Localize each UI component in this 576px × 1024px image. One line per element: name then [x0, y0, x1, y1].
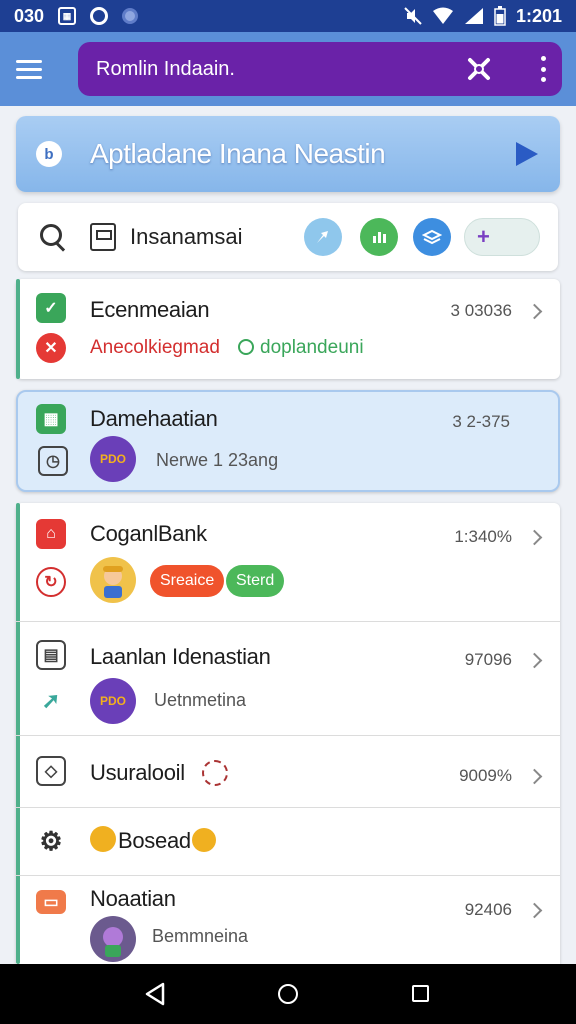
item-title: Ecenmeaian: [90, 297, 210, 322]
chevron-right-icon[interactable]: [526, 768, 543, 785]
list-item[interactable]: ◇ Usuralooil 9009%: [16, 736, 560, 806]
search-icon[interactable]: [38, 222, 68, 252]
item-value: 1:340%: [454, 527, 512, 546]
recents-icon[interactable]: [412, 985, 429, 1002]
status-time: 1:201: [515, 5, 562, 26]
list-item[interactable]: ⚙ Bosead: [16, 808, 560, 874]
chevron-right-icon[interactable]: [526, 529, 543, 546]
close-icon[interactable]: [466, 56, 492, 82]
item-title: Noaatian: [90, 886, 176, 911]
item-title: Damehaatian: [90, 406, 218, 431]
search-label: Insanamsai: [130, 224, 243, 249]
chevron-right-icon[interactable]: [526, 652, 543, 669]
chevron-right-icon[interactable]: [526, 303, 543, 320]
app-title-bar: Romlin Indaain.: [78, 42, 562, 96]
alert-icon: ✕: [36, 333, 66, 363]
character-avatar: [90, 916, 136, 962]
pin-icon[interactable]: [304, 218, 342, 256]
item-title: Laanlan Idenastian: [90, 644, 271, 669]
list-group: ⌂ CoganlBank 1:340% ↻ Sreaice Sterd ▤ La…: [16, 503, 560, 964]
send-icon: ➚: [41, 688, 61, 713]
chart-icon[interactable]: [360, 218, 398, 256]
clipboard-icon: ▤: [36, 640, 66, 670]
mute-icon: [404, 7, 422, 25]
item-subtitle: Uetnmetina: [154, 690, 247, 710]
home-icon[interactable]: [278, 984, 298, 1004]
avatar: PDO: [90, 678, 136, 724]
gear-icon: ⚙: [39, 825, 63, 856]
app-notification-icon: [122, 8, 139, 24]
item-title: CoganlBank: [90, 521, 207, 546]
add-chip[interactable]: +: [464, 218, 540, 256]
bird-icon: ✓: [36, 293, 66, 323]
chevron-right-icon[interactable]: [526, 902, 543, 919]
back-icon[interactable]: [144, 982, 166, 1006]
item-subtitle: Bemmneina: [152, 926, 249, 946]
play-icon[interactable]: [516, 142, 538, 166]
clock-icon: ◷: [38, 446, 68, 476]
banner-title: Aptladane Inana Neastin: [90, 138, 386, 169]
card-icon: ▭: [36, 890, 66, 914]
status-left-label: 030: [14, 5, 45, 26]
list-item-selected[interactable]: ▦ Damehaatian 3 2-375 ◷ PDO Nerwe 1 23an…: [16, 390, 560, 492]
status-badge: Sreaice: [150, 565, 225, 597]
item-value: 3 03036: [450, 301, 512, 320]
item-value: 9009%: [459, 766, 512, 785]
more-options-icon[interactable]: [538, 56, 548, 82]
list-item[interactable]: ⌂ CoganlBank 1:340% ↻ Sreaice Sterd: [16, 503, 560, 621]
tag-icon: [238, 339, 254, 355]
shield-icon: ◇: [36, 756, 66, 786]
grid-icon: ▦: [36, 404, 66, 434]
fox-icon: [90, 826, 116, 852]
coin-icon: [192, 828, 216, 852]
status-badge: Sterd: [226, 565, 285, 597]
promo-banner[interactable]: b Aptladane Inana Neastin: [16, 116, 560, 192]
document-icon[interactable]: [90, 223, 116, 251]
tag-label: doplandeuni: [260, 337, 364, 358]
signal-icon: [464, 8, 483, 24]
menu-icon[interactable]: [16, 41, 72, 97]
avatar: PDO: [90, 436, 136, 482]
item-tag: doplandeuni: [238, 337, 364, 359]
item-title: Bosead: [118, 828, 191, 853]
item-subtitle: Anecolkiegmad: [90, 337, 220, 358]
item-value: 92406: [464, 900, 512, 919]
item-value: 97096: [464, 650, 512, 669]
item-subtitle: Nerwe 1 23ang: [156, 450, 279, 470]
banner-icon: b: [36, 141, 62, 167]
add-icon: +: [477, 224, 490, 249]
character-avatar: [90, 557, 136, 603]
list-item[interactable]: ▭ Noaatian 92406 Bemmneina: [16, 876, 560, 964]
list-item[interactable]: ✓ Ecenmeaian 3 03036 ✕ Anecolkiegmad dop…: [16, 279, 560, 379]
circle-notification-icon: [90, 7, 109, 25]
status-bar: 030 ▦ 1:201: [0, 0, 576, 32]
refresh-icon: ↻: [36, 567, 66, 597]
bank-icon: ⌂: [36, 519, 66, 549]
app-bar: Romlin Indaain.: [0, 32, 576, 106]
app-title: Romlin Indaain.: [96, 57, 235, 80]
photo-notification-icon: ▦: [58, 7, 77, 25]
item-value: 3 2-375: [452, 412, 510, 431]
battery-icon: [494, 6, 506, 26]
layers-icon[interactable]: [413, 218, 451, 256]
badge-icon: [202, 760, 228, 786]
list-item[interactable]: ▤ Laanlan Idenastian 97096 ➚ PDO Uetnmet…: [16, 622, 560, 734]
item-title: Usuralooil: [90, 760, 185, 785]
navigation-bar: [0, 964, 576, 1024]
wifi-icon: [432, 7, 453, 24]
